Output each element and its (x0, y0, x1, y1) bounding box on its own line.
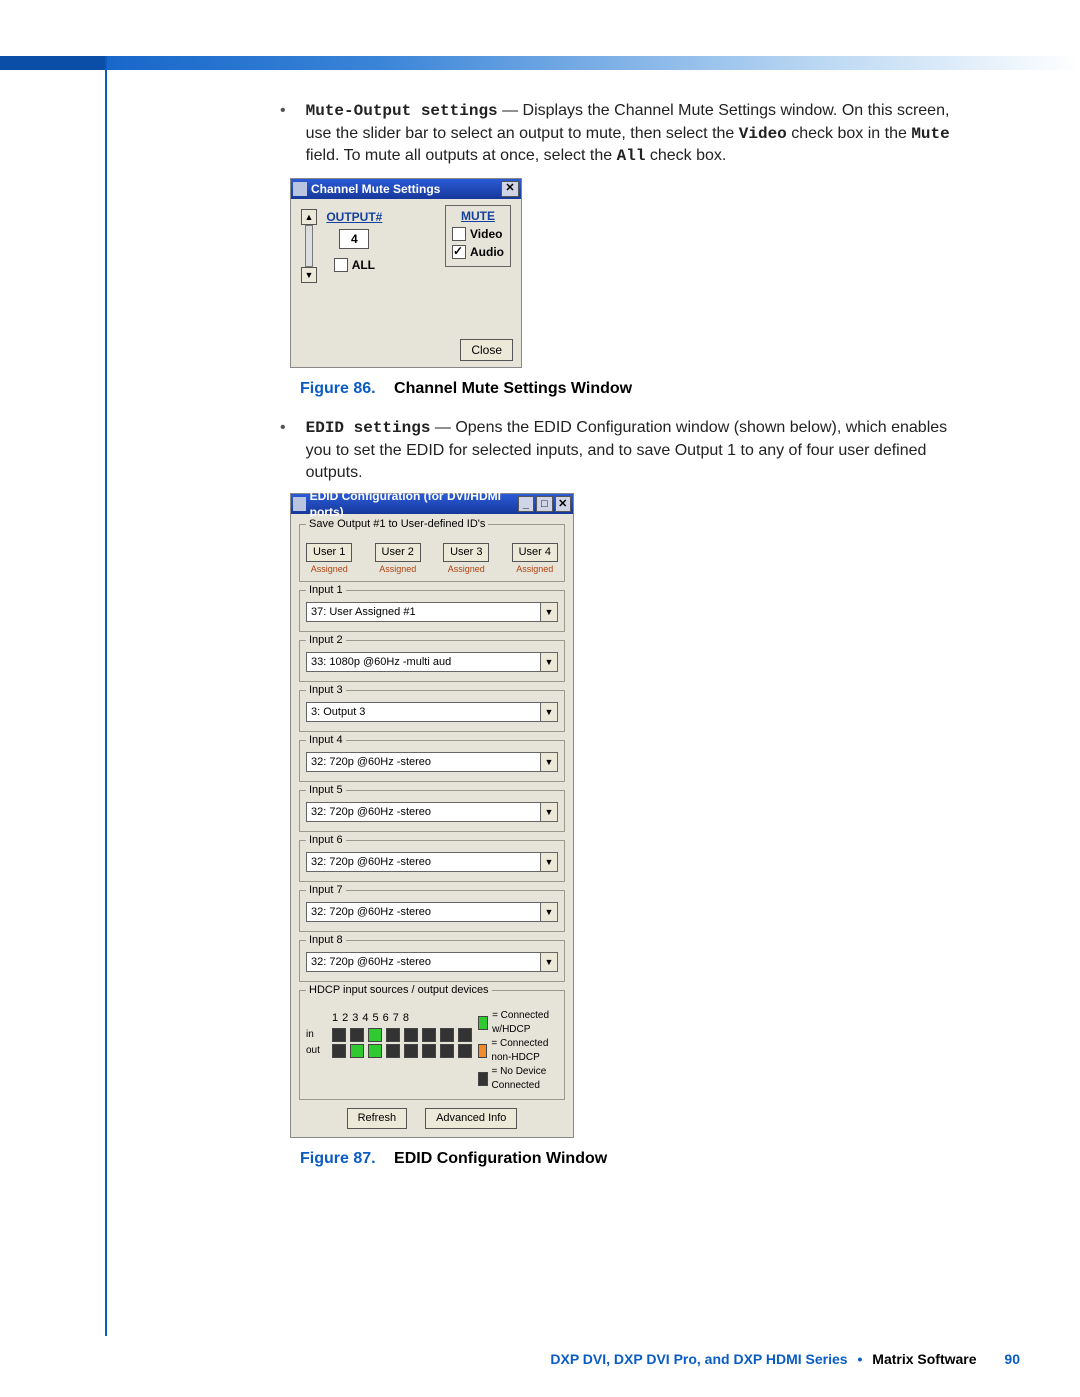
figure86-caption: Figure 86. Channel Mute Settings Window (280, 378, 970, 400)
input-3-combo[interactable]: 3: Output 3▼ (306, 702, 558, 722)
edid-settings-paragraph: EDID settings — Opens the EDID Configura… (306, 417, 970, 483)
mute-title: Channel Mute Settings (311, 181, 440, 197)
edid-title: EDID Configuration (for DVI/HDMI ports) (310, 488, 516, 520)
hdcp-fieldset: HDCP input sources / output devices 1234… (299, 990, 565, 1100)
output-header: OUTPUT# (326, 209, 382, 225)
save-output-fieldset: Save Output #1 to User-defined ID's User… (299, 524, 565, 582)
chevron-down-icon[interactable]: ▼ (540, 603, 557, 621)
input-1-label: Input 1 (306, 583, 346, 598)
input-5-label: Input 5 (306, 783, 346, 798)
mute-header: MUTE (452, 208, 504, 224)
input-6-combo[interactable]: 32: 720p @60Hz -stereo▼ (306, 852, 558, 872)
input-5-combo[interactable]: 32: 720p @60Hz -stereo▼ (306, 802, 558, 822)
video-label: Video (470, 226, 502, 242)
input-7-fieldset: Input 732: 720p @60Hz -stereo▼ (299, 890, 565, 932)
input-2-label: Input 2 (306, 633, 346, 648)
chevron-down-icon[interactable]: ▼ (540, 903, 557, 921)
mute-output-paragraph: Mute-Output settings — Displays the Chan… (306, 100, 970, 168)
chevron-down-icon[interactable]: ▼ (540, 653, 557, 671)
input-2-fieldset: Input 233: 1080p @60Hz -multi aud▼ (299, 640, 565, 682)
minimize-icon[interactable]: _ (518, 496, 534, 512)
arrow-down-icon[interactable]: ▼ (301, 267, 317, 283)
maximize-icon[interactable]: □ (536, 496, 552, 512)
mute-close-button[interactable]: Close (460, 339, 513, 361)
close-icon[interactable]: ✕ (501, 181, 519, 197)
input-1-fieldset: Input 137: User Assigned #1▼ (299, 590, 565, 632)
user4-button[interactable]: User 4 (512, 543, 558, 562)
input-4-label: Input 4 (306, 733, 346, 748)
chevron-down-icon[interactable]: ▼ (540, 853, 557, 871)
input-8-combo[interactable]: 32: 720p @60Hz -stereo▼ (306, 952, 558, 972)
input-5-fieldset: Input 532: 720p @60Hz -stereo▼ (299, 790, 565, 832)
chevron-down-icon[interactable]: ▼ (540, 953, 557, 971)
close-icon[interactable]: ✕ (555, 496, 571, 512)
channel-mute-window: Channel Mute Settings ✕ ▲ ▼ OUTPUT# 4 AL… (290, 178, 522, 368)
mute-group: MUTE Video Audio (445, 205, 511, 268)
save-output-legend: Save Output #1 to User-defined ID's (306, 517, 488, 532)
input-8-label: Input 8 (306, 933, 346, 948)
audio-label: Audio (470, 244, 504, 260)
arrow-up-icon[interactable]: ▲ (301, 209, 317, 225)
output-slider[interactable]: ▲ ▼ (301, 209, 317, 283)
edid-config-window: EDID Configuration (for DVI/HDMI ports) … (290, 493, 574, 1138)
app-icon (293, 497, 306, 511)
input-1-combo[interactable]: 37: User Assigned #1▼ (306, 602, 558, 622)
all-label: ALL (352, 257, 375, 273)
mute-titlebar: Channel Mute Settings ✕ (291, 179, 521, 199)
figure87-caption: Figure 87. EDID Configuration Window (280, 1148, 970, 1170)
hdcp-legend: HDCP input sources / output devices (306, 983, 492, 998)
input-6-label: Input 6 (306, 833, 346, 848)
refresh-button[interactable]: Refresh (347, 1108, 408, 1129)
advanced-info-button[interactable]: Advanced Info (425, 1108, 517, 1129)
user2-button[interactable]: User 2 (375, 543, 421, 562)
page-footer: DXP DVI, DXP DVI Pro, and DXP HDMI Serie… (550, 1351, 1020, 1367)
user3-button[interactable]: User 3 (443, 543, 489, 562)
input-4-combo[interactable]: 32: 720p @60Hz -stereo▼ (306, 752, 558, 772)
input-7-label: Input 7 (306, 883, 346, 898)
input-7-combo[interactable]: 32: 720p @60Hz -stereo▼ (306, 902, 558, 922)
input-8-fieldset: Input 832: 720p @60Hz -stereo▼ (299, 940, 565, 982)
input-6-fieldset: Input 632: 720p @60Hz -stereo▼ (299, 840, 565, 882)
input-2-combo[interactable]: 33: 1080p @60Hz -multi aud▼ (306, 652, 558, 672)
audio-checkbox[interactable] (452, 245, 466, 259)
input-3-fieldset: Input 33: Output 3▼ (299, 690, 565, 732)
output-number-box[interactable]: 4 (339, 229, 369, 249)
input-4-fieldset: Input 432: 720p @60Hz -stereo▼ (299, 740, 565, 782)
user1-button[interactable]: User 1 (306, 543, 352, 562)
app-icon (293, 182, 307, 196)
edid-titlebar: EDID Configuration (for DVI/HDMI ports) … (291, 494, 573, 514)
all-checkbox[interactable] (334, 258, 348, 272)
chevron-down-icon[interactable]: ▼ (540, 703, 557, 721)
input-3-label: Input 3 (306, 683, 346, 698)
video-checkbox[interactable] (452, 227, 466, 241)
chevron-down-icon[interactable]: ▼ (540, 753, 557, 771)
chevron-down-icon[interactable]: ▼ (540, 803, 557, 821)
